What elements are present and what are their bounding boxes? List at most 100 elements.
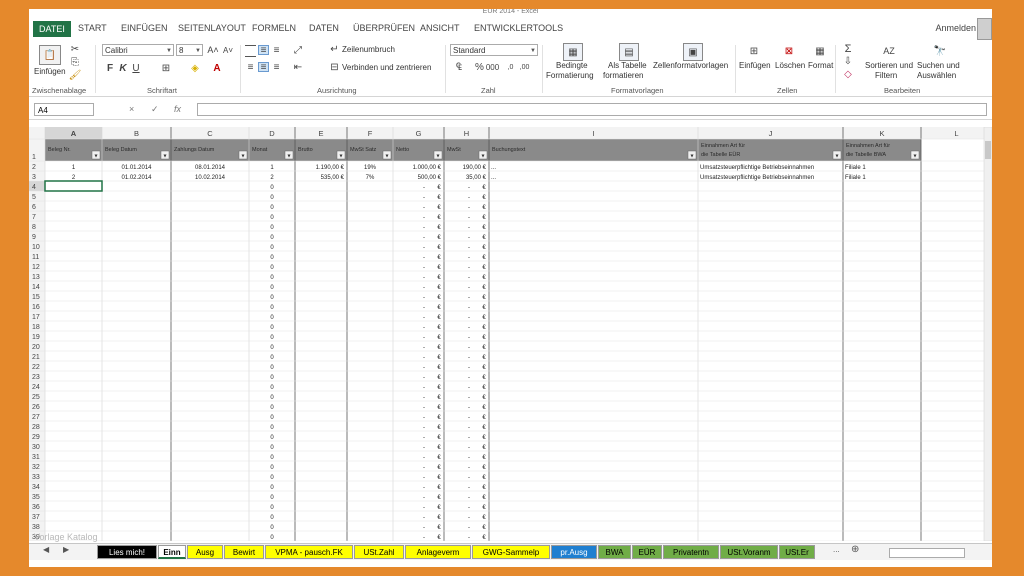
cut-icon[interactable]: ✂ <box>69 43 81 55</box>
find-select-icon[interactable]: 🔭 <box>932 43 948 59</box>
insert-cells-button[interactable]: Einfügen <box>739 61 771 70</box>
worksheet-grid[interactable]: A B C D E F G H I J K L Beleg Nr. ▾ Beleg Datum ▾ Zahlun… <box>29 127 992 541</box>
sheet-tab-vpma-pausch-fk[interactable]: VPMA - pausch.FK <box>265 545 353 559</box>
sheet-tab-einn[interactable]: Einn <box>158 545 186 559</box>
sheet-tab-eür[interactable]: EÜR <box>632 545 662 559</box>
tab-entwicklertools[interactable]: ENTWICKLERTOOLS <box>474 23 563 33</box>
format-cells-icon[interactable]: ▦ <box>811 43 829 59</box>
indent-icon[interactable]: ⇤ <box>291 62 305 73</box>
sort-filter-line1[interactable]: Sortieren und <box>865 61 913 70</box>
conditional-format-icon[interactable]: ▦ <box>563 43 583 61</box>
conditional-format-line1[interactable]: Bedingte <box>556 61 588 70</box>
sheet-tab-ust-zahl[interactable]: USt.Zahl <box>354 545 404 559</box>
wrap-text-button[interactable]: Zeilenumbruch <box>342 45 395 54</box>
percent-icon[interactable]: % <box>474 62 485 73</box>
format-cells-button[interactable]: Format <box>808 61 833 70</box>
tab-seitenlayout[interactable]: SEITENLAYOUT <box>178 23 246 33</box>
name-box[interactable]: A4 <box>34 103 94 116</box>
wrap-text-icon[interactable]: ↵ <box>329 44 340 55</box>
format-as-table-line1[interactable]: Als Tabelle <box>608 61 647 70</box>
table-cell: € <box>482 365 486 371</box>
align-top-icon[interactable] <box>245 45 256 57</box>
insert-cells-icon[interactable]: ⊞ <box>745 43 763 59</box>
orientation-icon[interactable]: ⤢ <box>291 45 305 56</box>
sort-filter-icon[interactable]: AZ <box>881 43 897 59</box>
conditional-format-line2[interactable]: Formatierung <box>546 71 594 80</box>
formula-input[interactable] <box>197 103 987 116</box>
merge-center-button[interactable]: Verbinden und zentrieren <box>342 63 431 72</box>
bold-icon[interactable]: F <box>105 62 115 74</box>
grow-font-icon[interactable]: A˄ <box>207 44 219 56</box>
sort-filter-line2[interactable]: Filtern <box>875 71 897 80</box>
enter-icon[interactable]: ✓ <box>151 104 159 115</box>
sheet-tab-anlageverm[interactable]: Anlageverm <box>405 545 471 559</box>
format-painter-icon[interactable]: 🖌 <box>69 69 82 81</box>
tab-start[interactable]: START <box>78 23 107 33</box>
copy-icon[interactable]: ⎘ <box>69 56 81 68</box>
border-icon[interactable]: ⊞ <box>160 62 172 74</box>
sheet-tab-lies-mich-[interactable]: Lies mich! <box>97 545 157 559</box>
sheet-tab-pr-ausg[interactable]: pr.Ausg <box>551 545 597 559</box>
sign-in-link[interactable]: Anmelden <box>935 23 976 33</box>
align-left-icon[interactable]: ≡ <box>245 62 256 73</box>
increase-decimal-icon[interactable]: ,0 <box>505 62 516 73</box>
tab-datei[interactable]: DATEI <box>33 21 71 37</box>
find-select-line1[interactable]: Suchen und <box>917 61 960 70</box>
prev-sheet-icon[interactable]: ◀ <box>43 545 49 554</box>
decrease-decimal-icon[interactable]: ,00 <box>519 62 530 73</box>
find-select-line2[interactable]: Auswählen <box>917 71 956 80</box>
sheet-tab-ust-voranm[interactable]: USt.Voranm <box>720 545 778 559</box>
cell-styles-button[interactable]: Zellenformatvorlagen <box>653 61 728 70</box>
font-size-select[interactable]: 8 ▼ <box>176 44 203 56</box>
merge-icon[interactable]: ⊟ <box>329 62 340 73</box>
italic-icon[interactable]: K <box>118 62 128 74</box>
tab-ansicht[interactable]: ANSICHT <box>420 23 460 33</box>
next-sheet-icon[interactable]: ▶ <box>63 545 69 554</box>
align-middle-icon[interactable]: ≡ <box>258 45 269 56</box>
sheet-tab-ausg[interactable]: Ausg <box>187 545 223 559</box>
fill-color-icon[interactable]: ◈ <box>189 62 201 74</box>
clear-icon[interactable]: ◇ <box>842 69 854 80</box>
shrink-font-icon[interactable]: A˅ <box>222 44 234 56</box>
paste-button[interactable]: Einfügen <box>34 67 66 76</box>
tab-einfuegen[interactable]: EINFÜGEN <box>121 23 168 33</box>
align-center-icon[interactable]: ≡ <box>258 62 269 73</box>
tab-formeln[interactable]: FORMELN <box>252 23 296 33</box>
horizontal-scrollbar[interactable] <box>889 548 965 558</box>
scrollbar-thumb[interactable] <box>985 141 991 159</box>
underline-icon[interactable]: U <box>131 62 141 74</box>
new-sheet-icon[interactable]: ⊕ <box>851 544 859 555</box>
cell-styles-icon[interactable]: ▣ <box>683 43 703 61</box>
font-color-icon[interactable]: A <box>211 62 223 74</box>
table-cell: - <box>468 305 470 311</box>
sheet-tab-bwa[interactable]: BWA <box>598 545 631 559</box>
insert-function-icon[interactable]: fx <box>174 104 181 114</box>
tab-daten[interactable]: DATEN <box>309 23 339 33</box>
avatar[interactable] <box>977 18 992 40</box>
number-format-select[interactable]: Standard ▼ <box>450 44 538 56</box>
format-as-table-line2[interactable]: formatieren <box>603 71 643 80</box>
more-sheets-button[interactable]: ... <box>833 545 840 554</box>
sheet-tab-bewirt[interactable]: Bewirt <box>224 545 264 559</box>
separator <box>445 45 446 93</box>
font-name-select[interactable]: Calibri ▼ <box>102 44 174 56</box>
vertical-scrollbar[interactable] <box>983 127 992 541</box>
sheet-tab-privatentn[interactable]: Privatentn <box>663 545 719 559</box>
delete-cells-icon[interactable]: ⊠ <box>780 43 798 59</box>
active-cell[interactable] <box>44 180 103 192</box>
fill-icon[interactable]: ⇩ <box>842 56 854 67</box>
align-right-icon[interactable]: ≡ <box>271 62 282 73</box>
autosum-icon[interactable]: Σ <box>842 43 854 55</box>
sheet-tab-ust-er[interactable]: USt.Er <box>779 545 815 559</box>
align-bottom-icon[interactable]: ≡ <box>271 45 282 56</box>
tab-ueberpruefen[interactable]: ÜBERPRÜFEN <box>353 23 415 33</box>
currency-icon[interactable]: ₠ <box>452 62 466 73</box>
format-as-table-icon[interactable]: ▤ <box>619 43 639 61</box>
cancel-icon[interactable]: × <box>129 104 134 114</box>
sheet-tab-gwg-sammelp[interactable]: GWG-Sammelp <box>472 545 550 559</box>
thousands-icon[interactable]: 000 <box>486 62 499 73</box>
paste-icon[interactable]: 📋 <box>39 45 61 65</box>
table-cell: 0 <box>270 275 274 281</box>
cell-grid[interactable]: A B C D E F G H I J K L Beleg Nr. ▾ Beleg Datum ▾ Zahlun… <box>29 127 992 541</box>
delete-cells-button[interactable]: Löschen <box>775 61 805 70</box>
